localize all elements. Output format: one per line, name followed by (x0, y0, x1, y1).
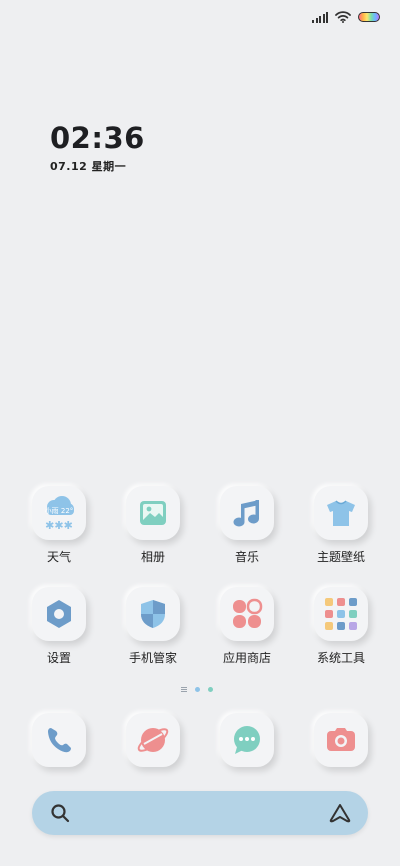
dock-camera[interactable] (294, 713, 388, 767)
music-icon (220, 486, 274, 540)
app-themes[interactable]: 主题壁纸 (294, 486, 388, 565)
clock-time: 02:36 (50, 121, 145, 155)
page-dot (208, 687, 213, 692)
page-indicator-menu-icon (181, 687, 187, 692)
app-store[interactable]: 应用商店 (200, 587, 294, 666)
dock (12, 713, 388, 767)
messages-icon (220, 713, 274, 767)
wifi-icon (335, 11, 351, 23)
app-phone-manager[interactable]: 手机管家 (106, 587, 200, 666)
dock-messages[interactable] (200, 713, 294, 767)
app-label: 应用商店 (222, 651, 271, 665)
app-label: 天气 (46, 550, 71, 564)
gallery-icon (126, 486, 180, 540)
app-label: 主题壁纸 (316, 550, 365, 564)
app-music[interactable]: 音乐 (200, 486, 294, 565)
svg-text:✱✱✱: ✱✱✱ (45, 519, 73, 532)
app-gallery[interactable]: 相册 (106, 486, 200, 565)
assistant-icon[interactable] (329, 803, 351, 823)
weather-icon: 小雨 22° ✱✱✱ (32, 486, 86, 540)
status-bar (312, 8, 380, 26)
browser-icon (126, 713, 180, 767)
app-grid: 小雨 22° ✱✱✱ 天气 相册 音乐 主题壁纸 设置 手机管家 应用商店 系统… (12, 486, 388, 666)
weather-widget-text: 小雨 22° (45, 506, 74, 515)
app-label: 系统工具 (316, 651, 365, 665)
search-bar[interactable] (32, 791, 368, 835)
app-system-tools-folder[interactable]: 系统工具 (294, 587, 388, 666)
dock-browser[interactable] (106, 713, 200, 767)
page-indicator[interactable] (181, 687, 213, 692)
phone-icon (32, 713, 86, 767)
search-icon[interactable] (50, 803, 70, 823)
app-weather[interactable]: 小雨 22° ✱✱✱ 天气 (12, 486, 106, 565)
app-label: 音乐 (234, 550, 259, 564)
security-shield-icon (126, 587, 180, 641)
clock-widget[interactable]: 02:36 07.12 星期一 (50, 120, 145, 174)
signal-icon (312, 11, 328, 23)
camera-icon (314, 713, 368, 767)
dock-phone[interactable] (12, 713, 106, 767)
app-store-icon (220, 587, 274, 641)
page-dot-active (195, 687, 200, 692)
system-tools-folder-icon (314, 587, 368, 641)
app-label: 手机管家 (128, 651, 177, 665)
app-label: 相册 (140, 550, 165, 564)
tshirt-icon (314, 486, 368, 540)
app-settings[interactable]: 设置 (12, 587, 106, 666)
settings-icon (32, 587, 86, 641)
clock-date: 07.12 星期一 (50, 160, 127, 173)
app-label: 设置 (46, 651, 71, 665)
battery-icon (358, 12, 380, 22)
